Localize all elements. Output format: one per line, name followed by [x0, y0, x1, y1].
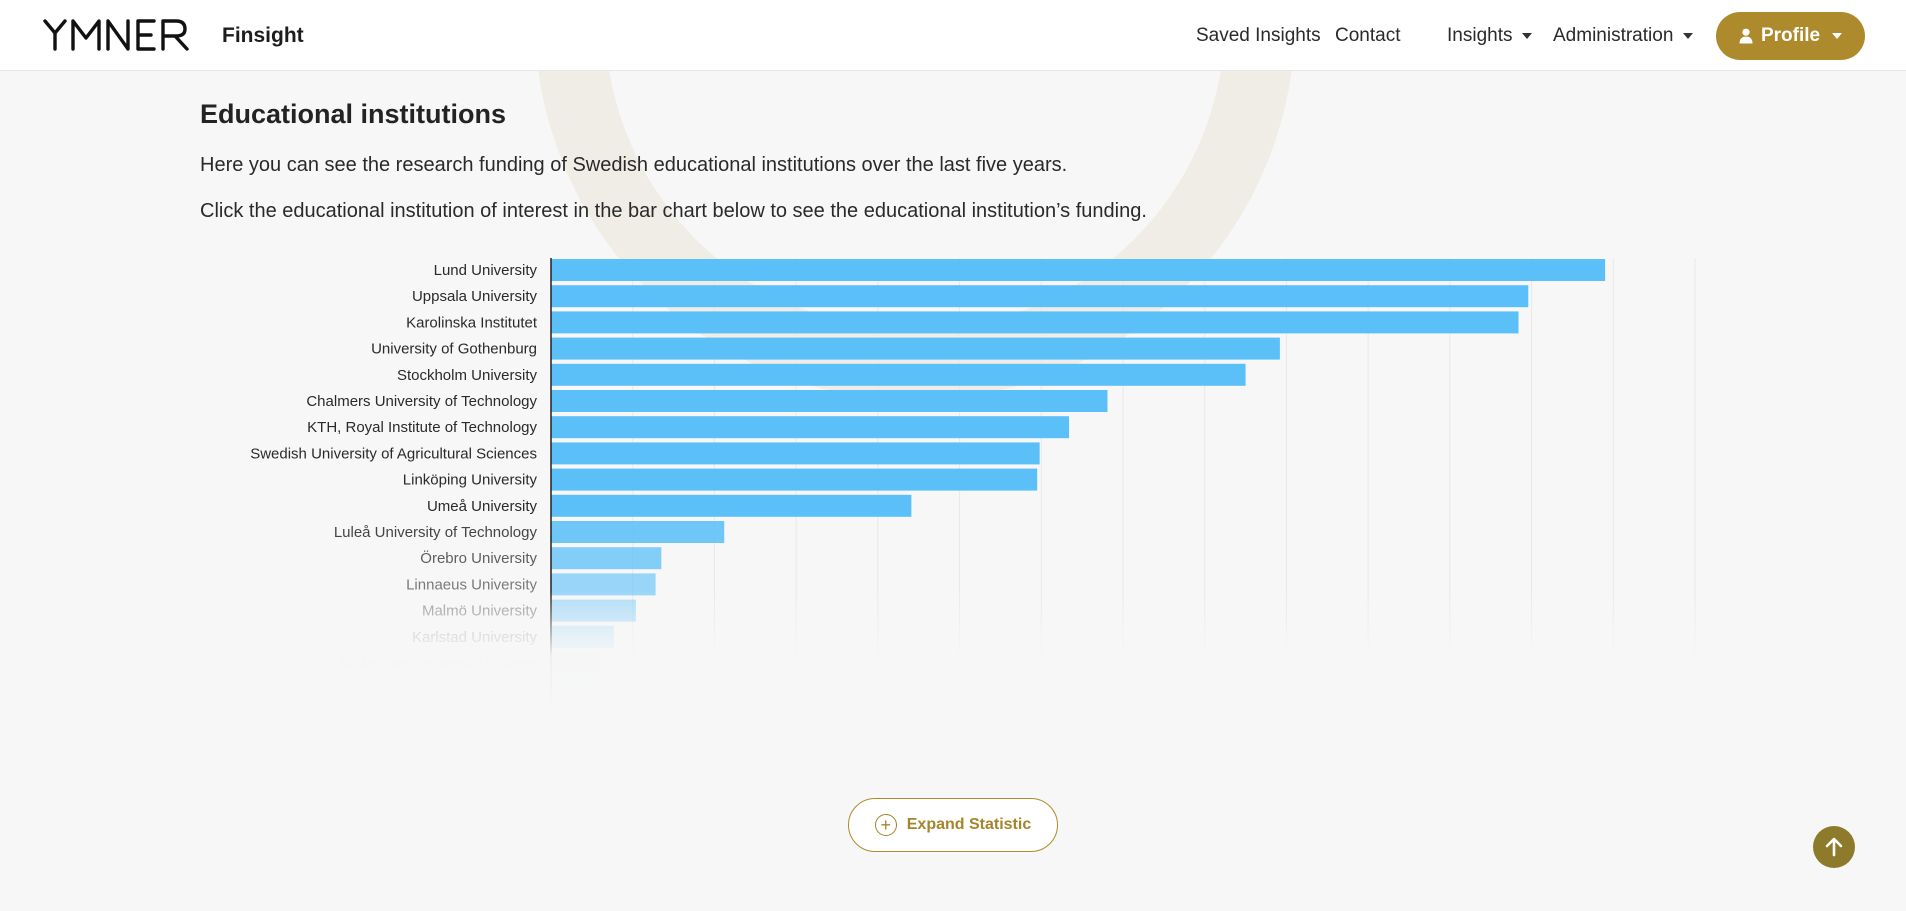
chart-bar[interactable] — [551, 363, 1246, 386]
nav-insights-label: Insights — [1447, 25, 1513, 46]
chart-bar[interactable] — [551, 521, 725, 543]
arrow-up-icon — [1825, 837, 1843, 857]
chart-category-label[interactable]: Chalmers University of Technology — [306, 393, 537, 410]
chart-category-label[interactable]: Linköping University — [403, 472, 538, 489]
chart-bar[interactable] — [551, 259, 1606, 281]
top-navbar: Finsight Saved Insights Contact Insights… — [0, 0, 1906, 71]
chart-category-label[interactable]: Karolinska Institutet — [406, 314, 538, 331]
chart-category-label[interactable]: Linnaeus University — [406, 576, 537, 593]
nav-insights-dropdown[interactable]: Insights — [1447, 25, 1533, 47]
chart-category-label[interactable]: Karlstad University — [412, 629, 538, 646]
back-to-top-button[interactable] — [1813, 826, 1855, 868]
chart-category-label[interactable]: Luleå University of Technology — [334, 524, 538, 541]
chart-bar[interactable] — [551, 573, 656, 596]
nav-contact[interactable]: Contact — [1335, 25, 1400, 47]
profile-button[interactable]: Profile — [1716, 12, 1865, 60]
chart-bar[interactable] — [551, 390, 1108, 412]
app-name: Finsight — [222, 24, 304, 47]
ymner-logo[interactable] — [42, 18, 196, 52]
expand-statistic-button[interactable]: + Expand Statistic — [848, 798, 1058, 852]
chart-category-label[interactable]: Stockholm University — [397, 367, 538, 384]
chart-category-label[interactable]: KTH, Royal Institute of Technology — [307, 419, 537, 436]
chart-category-label[interactable]: Örebro University — [420, 549, 537, 567]
chart-category-label[interactable]: Umeå University — [427, 498, 538, 515]
chevron-down-icon — [1522, 32, 1533, 39]
chart-bar[interactable] — [551, 337, 1280, 360]
profile-label: Profile — [1760, 25, 1821, 46]
chart-category-label[interactable]: Swedish University of Agricultural Scien… — [250, 445, 537, 462]
chart-bar[interactable] — [551, 494, 912, 517]
chart-bar[interactable] — [551, 678, 597, 701]
user-icon — [1739, 28, 1753, 44]
chart-bar[interactable] — [551, 442, 1040, 465]
plus-circle-icon: + — [874, 814, 897, 836]
chart-bar[interactable] — [551, 625, 614, 648]
nav-administration-dropdown[interactable]: Administration — [1553, 25, 1694, 47]
chevron-down-icon — [1683, 32, 1694, 39]
expand-statistic-label: Expand Statistic — [906, 816, 1032, 833]
funding-bar-chart: Lund University Uppsala University Karolin… — [250, 258, 1696, 704]
chart-bar[interactable] — [551, 547, 662, 570]
nav-saved-insights[interactable]: Saved Insights — [1196, 25, 1321, 47]
chart-bar[interactable] — [551, 416, 1070, 439]
chart-category-label[interactable]: University of Gothenburg — [371, 341, 537, 358]
chart-bar[interactable] — [551, 599, 636, 622]
nav-administration-label: Administration — [1553, 25, 1674, 46]
chart-category-label[interactable]: Södertörns University College — [339, 655, 537, 672]
chart-category-label[interactable]: Malardalen University College — [338, 681, 537, 698]
chart-category-label[interactable]: Lund University — [434, 262, 538, 279]
chart-bar[interactable] — [551, 652, 601, 674]
chart-category-label[interactable]: Uppsala University — [412, 288, 538, 305]
chart-bar[interactable] — [551, 311, 1519, 334]
chevron-down-icon — [1832, 33, 1843, 39]
chart-bar[interactable] — [551, 285, 1529, 308]
chart-category-label[interactable]: Malmö University — [422, 603, 538, 620]
chart-bar[interactable] — [551, 468, 1038, 491]
